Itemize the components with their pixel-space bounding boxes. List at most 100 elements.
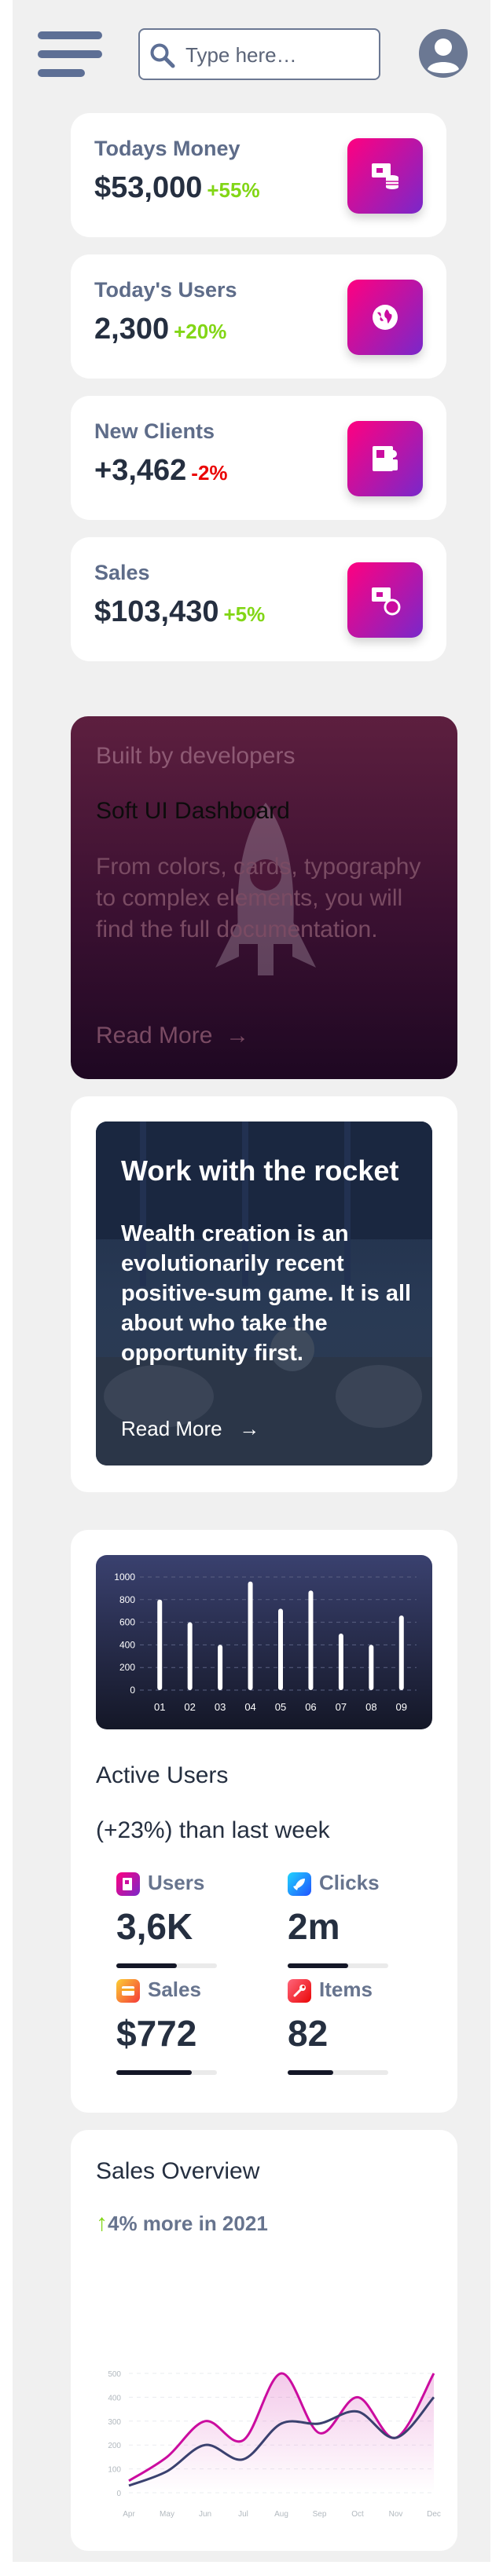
progress-fill (116, 2070, 192, 2075)
metric-label: Clicks (319, 1871, 380, 1894)
stat-value: 2,300 +20% (94, 313, 227, 346)
document-icon (116, 1872, 140, 1896)
bar-chart: 0 200 400 600 800 1000 01 02 03 04 05 06 07 08 09 (114, 1572, 417, 1713)
bar (369, 1645, 374, 1690)
y-tick-label: 600 (119, 1617, 135, 1628)
arrow-right-icon: → (239, 1417, 260, 1440)
metric-value: $772 (116, 2013, 197, 2054)
x-tick-label: Jul (238, 2510, 248, 2519)
bar (398, 1615, 404, 1690)
bar-chart-panel: 0 200 400 600 800 1000 01 02 03 04 05 06 07 08 09 (96, 1555, 432, 1729)
card-title: Sales Overview (96, 2158, 260, 2184)
metric-value: 82 (288, 2013, 329, 2054)
x-tick-label: Sep (313, 2510, 327, 2519)
arrow-up-icon: ↑ (96, 2210, 108, 2236)
metric-value: 2m (288, 1906, 340, 1947)
progress-fill (288, 1963, 348, 1968)
x-tick-label: 09 (396, 1701, 407, 1713)
sales-overview-card: Sales Overview ↑4% more in 2021 0 100 200 3… (71, 2130, 457, 2551)
active-users-card: 0 200 400 600 800 1000 01 02 03 04 05 06 07 08 09 Acti… (71, 1530, 457, 2113)
stat-card-users: Today's Users 2,300 +20% (71, 254, 446, 379)
card-description: From colors, cards, typography to comple… (96, 854, 421, 942)
x-tick-label: Jun (199, 2510, 211, 2519)
arrow-right-icon: → (226, 1023, 250, 1048)
bar (187, 1622, 193, 1690)
metric-sales: Sales $772 (116, 1978, 242, 2075)
search-icon (150, 43, 175, 68)
card-title: Work with the rocket (121, 1154, 399, 1187)
top-navbar (0, 0, 503, 110)
stat-change: +5% (223, 602, 266, 626)
metric-users: Users 3,6K (116, 1871, 242, 1968)
x-tick-label: 02 (184, 1701, 195, 1713)
bar (157, 1599, 163, 1690)
developer-info-card: Built by developers Soft UI Dashboard Fr… (71, 716, 457, 1079)
wrench-icon (288, 1979, 311, 2003)
stat-change: +55% (207, 178, 260, 202)
x-tick-label: 08 (365, 1701, 376, 1713)
x-tick-label: 07 (336, 1701, 347, 1713)
bar (218, 1645, 223, 1690)
stat-change: -2% (191, 461, 228, 485)
bar (278, 1608, 283, 1690)
y-tick-label: 0 (130, 1685, 135, 1696)
metric-progress (288, 2070, 388, 2075)
y-tick-label: 500 (108, 2370, 121, 2379)
stat-card-money: Todays Money $53,000 +55% (71, 113, 446, 237)
y-tick-label: 100 (108, 2466, 121, 2475)
metric-label: Items (319, 1978, 373, 2001)
metric-progress (288, 1963, 388, 1968)
y-tick-label: 0 (116, 2490, 121, 2498)
y-tick-label: 300 (108, 2418, 121, 2427)
x-tick-label: 04 (244, 1701, 255, 1713)
stat-card-clients: New Clients +3,462 -2% (71, 396, 446, 520)
card-description: Wealth creation is an evolutionarily rec… (121, 1221, 412, 1366)
x-tick-label: Apr (123, 2510, 135, 2519)
rocket-card-image: Work with the rocket Wealth creation is … (96, 1122, 432, 1465)
line-chart: 0 100 200 300 400 500 Apr May Jun Jul Aug Sep Oct Nov… (108, 2370, 441, 2519)
menu-icon[interactable] (38, 28, 102, 79)
read-more-link[interactable]: Read More → (96, 1023, 249, 1049)
progress-fill (288, 2070, 333, 2075)
rocket-icon (288, 1872, 311, 1896)
stat-change: +20% (174, 320, 227, 343)
metric-value: 3,6K (116, 1906, 193, 1947)
series-area (129, 2373, 434, 2493)
metric-items: Items 82 (288, 1978, 413, 2075)
stat-label: Sales (94, 561, 150, 584)
y-tick-label: 200 (108, 2442, 121, 2450)
card-title: Active Users (96, 1762, 229, 1788)
x-tick-label: 05 (275, 1701, 286, 1713)
search-box[interactable] (138, 28, 380, 80)
metric-progress (116, 2070, 217, 2075)
x-tick-label: May (160, 2510, 174, 2519)
stat-label: Todays Money (94, 137, 240, 160)
document-icon (347, 421, 423, 496)
stat-value: $53,000 +55% (94, 171, 260, 204)
x-tick-label: Dec (427, 2510, 441, 2519)
stat-value: $103,430 +5% (94, 595, 266, 628)
credit-card-icon (116, 1979, 140, 2003)
y-tick-label: 400 (119, 1639, 135, 1650)
metric-progress (116, 1963, 217, 1968)
x-tick-label: 06 (305, 1701, 316, 1713)
bar (308, 1590, 314, 1690)
y-tick-label: 400 (108, 2394, 121, 2402)
search-input[interactable] (185, 38, 371, 72)
metric-clicks: Clicks 2m (288, 1871, 413, 1968)
progress-fill (116, 1963, 177, 1968)
bar (248, 1581, 253, 1690)
y-tick-label: 200 (119, 1662, 135, 1673)
stat-value: +3,462 -2% (94, 454, 228, 487)
stat-label: Today's Users (94, 278, 237, 302)
rocket-card: Work with the rocket Wealth creation is … (71, 1096, 457, 1492)
x-tick-label: 01 (154, 1701, 165, 1713)
metric-label: Users (148, 1871, 205, 1894)
bar (338, 1634, 343, 1690)
stat-label: New Clients (94, 419, 215, 443)
card-subtitle: (+23%) than last week (96, 1817, 330, 1843)
user-account-icon[interactable] (418, 28, 468, 79)
read-more-link[interactable]: Read More → (121, 1417, 259, 1441)
stat-card-sales: Sales $103,430 +5% (71, 537, 446, 661)
x-tick-label: Aug (274, 2510, 288, 2519)
